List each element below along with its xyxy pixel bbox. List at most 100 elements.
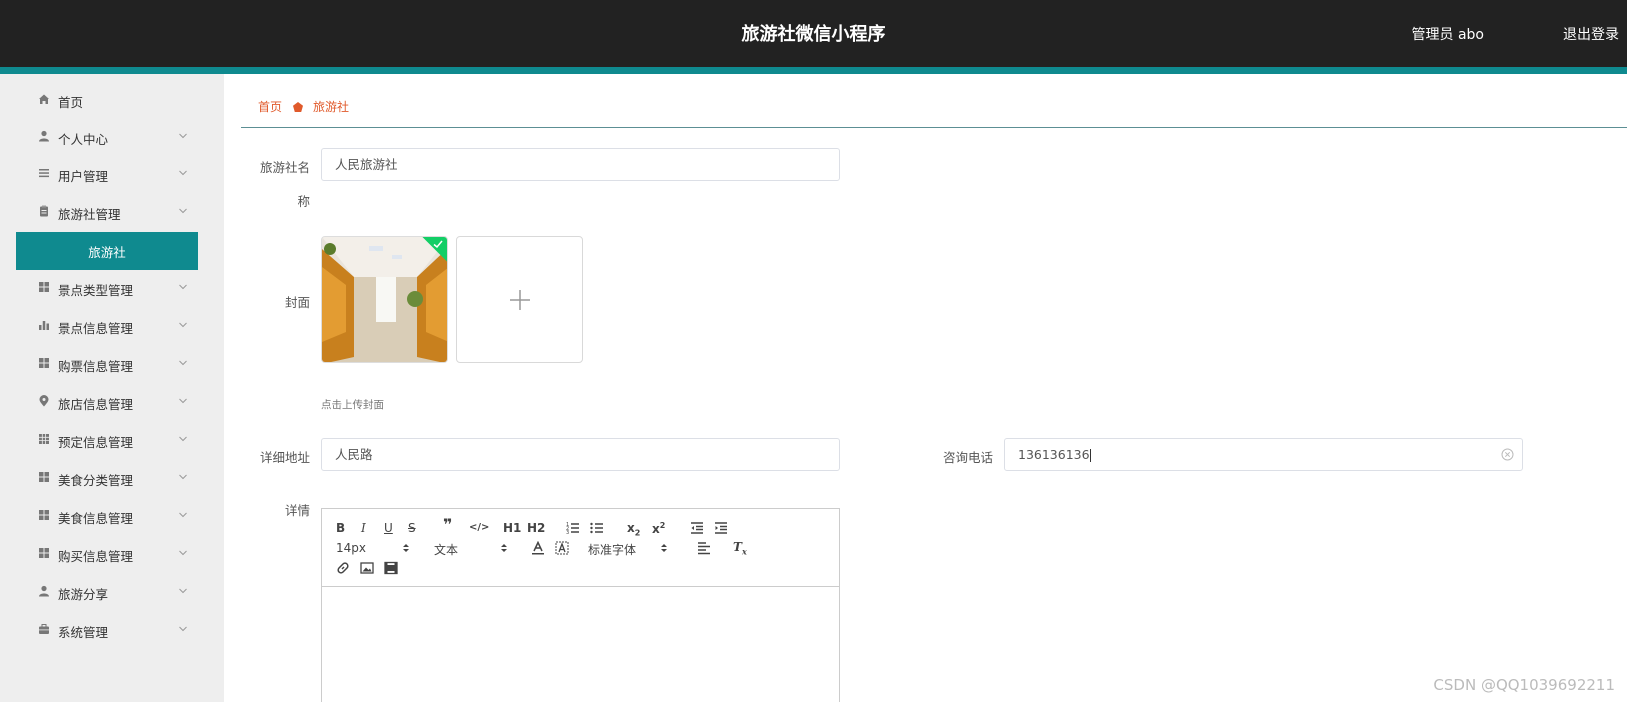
chevron-down-icon (179, 436, 187, 442)
header-accent-line (0, 67, 1627, 74)
italic-button[interactable]: I (361, 521, 366, 535)
image-icon[interactable] (360, 561, 374, 575)
upload-cover-button[interactable] (456, 236, 583, 363)
breadcrumb-home[interactable]: 首页 (258, 98, 282, 115)
sidebar-item-label: 个人中心 (58, 132, 109, 147)
address-input[interactable]: 人民路 (321, 438, 840, 471)
blockquote-button[interactable]: ❞ (443, 517, 452, 533)
name-label-wrap: 称 (297, 194, 310, 209)
sidebar-item-label: 购买信息管理 (58, 549, 134, 564)
user-icon (39, 585, 49, 597)
sidebar-item-system-management[interactable]: 系统管理 (16, 611, 198, 649)
clear-format-button[interactable]: Tx (733, 540, 747, 558)
bullet-list-icon[interactable] (590, 521, 604, 535)
agency-name-input[interactable]: 人民旅游社 (321, 148, 840, 181)
sidebar-item-booking-info[interactable]: 预定信息管理 (16, 421, 198, 459)
editor-content-area[interactable] (322, 587, 839, 703)
cover-label: 封面 (284, 295, 310, 310)
sidebar-item-label: 预定信息管理 (58, 435, 134, 450)
chevron-down-icon (179, 550, 187, 556)
sidebar-item-label: 旅店信息管理 (58, 397, 134, 412)
sidebar-item-label: 旅游社管理 (58, 207, 121, 222)
grid-icon (39, 472, 49, 482)
underline-button[interactable]: U (384, 521, 393, 535)
sidebar-item-label: 系统管理 (58, 625, 109, 640)
video-icon[interactable] (384, 561, 398, 575)
sidebar-item-ticket-info[interactable]: 购票信息管理 (16, 345, 198, 383)
table-icon (39, 434, 49, 444)
font-size-value: 14px (336, 541, 366, 555)
clear-icon[interactable] (1501, 448, 1514, 461)
sidebar-item-travel-share[interactable]: 旅游分享 (16, 573, 198, 611)
sidebar-item-attraction-type[interactable]: 景点类型管理 (16, 269, 198, 307)
select-arrows-icon (501, 544, 507, 552)
link-icon[interactable] (336, 561, 350, 575)
background-color-icon[interactable] (555, 541, 569, 555)
cover-image[interactable] (321, 236, 448, 363)
address-label: 详细地址 (259, 450, 310, 465)
editor-toolbar: B I U S ❞ </> H1 H2 123 x2 x2 14px 文本 标准… (322, 509, 839, 587)
watermark: CSDN @QQ1039692211 (1433, 676, 1615, 694)
phone-input[interactable]: 136136136 (1004, 438, 1523, 471)
name-label: 旅游社名 (259, 160, 310, 175)
location-icon (39, 395, 49, 407)
sidebar-item-label: 旅游社 (88, 244, 126, 260)
strike-button[interactable]: S (408, 521, 416, 535)
sidebar-item-attraction-info[interactable]: 景点信息管理 (16, 307, 198, 345)
sidebar: 首页 个人中心 用户管理 旅游社管理 旅游社 景点类型管理 景点信息管理 购票信… (0, 74, 224, 702)
text-caret (1089, 449, 1091, 462)
list-icon (39, 169, 49, 178)
home-icon (39, 94, 49, 104)
sidebar-item-label: 美食分类管理 (58, 473, 134, 488)
heading-1-button[interactable]: H1 (503, 521, 521, 535)
sidebar-item-agency-management[interactable]: 旅游社管理 (16, 193, 198, 231)
breadcrumb-divider (241, 127, 1627, 128)
select-arrows-icon (403, 544, 409, 552)
block-type-select[interactable]: 文本 (434, 541, 514, 558)
sidebar-item-food-info[interactable]: 美食信息管理 (16, 497, 198, 535)
ordered-list-icon[interactable]: 123 (566, 521, 580, 535)
sidebar-item-purchase-info[interactable]: 购买信息管理 (16, 535, 198, 573)
bold-button[interactable]: B (336, 521, 345, 535)
current-user: 管理员 abo (1411, 27, 1484, 43)
outdent-icon[interactable] (690, 521, 704, 535)
subscript-button[interactable]: x2 (627, 521, 640, 540)
code-block-button[interactable]: </> (469, 521, 489, 535)
user-icon (39, 130, 49, 142)
upload-tip: 点击上传封面 (321, 399, 384, 411)
chevron-down-icon (179, 284, 187, 290)
sidebar-item-food-category[interactable]: 美食分类管理 (16, 459, 198, 497)
top-header: 旅游社微信小程序 管理员 abo 退出登录 (0, 0, 1627, 67)
clipboard-icon (40, 205, 48, 217)
sidebar-item-user-management[interactable]: 用户管理 (16, 155, 198, 193)
sidebar-item-hotel-info[interactable]: 旅店信息管理 (16, 383, 198, 421)
chevron-down-icon (179, 133, 187, 139)
align-left-icon[interactable] (697, 541, 711, 555)
indent-icon[interactable] (714, 521, 728, 535)
sidebar-subitem-agency[interactable]: 旅游社 (16, 232, 198, 270)
heading-2-button[interactable]: H2 (527, 521, 545, 535)
app-title: 旅游社微信小程序 (741, 24, 886, 45)
chevron-down-icon (179, 360, 187, 366)
detail-label: 详情 (284, 503, 310, 518)
select-arrows-icon (661, 544, 667, 552)
plus-icon (510, 290, 530, 310)
logout-link[interactable]: 退出登录 (1563, 24, 1619, 44)
font-family-select[interactable]: 标准字体 (588, 541, 674, 558)
breadcrumb-current: 旅游社 (313, 100, 350, 114)
sidebar-item-personal-center[interactable]: 个人中心 (16, 118, 198, 156)
font-size-select[interactable]: 14px (336, 541, 416, 555)
chevron-down-icon (179, 208, 187, 214)
sidebar-item-label: 景点信息管理 (58, 321, 134, 336)
chevron-down-icon (179, 322, 187, 328)
font-color-icon[interactable] (531, 541, 545, 555)
font-family-value: 标准字体 (588, 543, 637, 557)
briefcase-icon (39, 624, 49, 634)
sidebar-item-label: 旅游分享 (58, 587, 109, 602)
block-type-value: 文本 (434, 543, 459, 557)
sidebar-item-home[interactable]: 首页 (16, 81, 198, 119)
superscript-button[interactable]: x2 (652, 519, 665, 536)
chevron-down-icon (179, 398, 187, 404)
phone-label: 咨询电话 (942, 450, 993, 465)
grid-icon (39, 358, 49, 368)
